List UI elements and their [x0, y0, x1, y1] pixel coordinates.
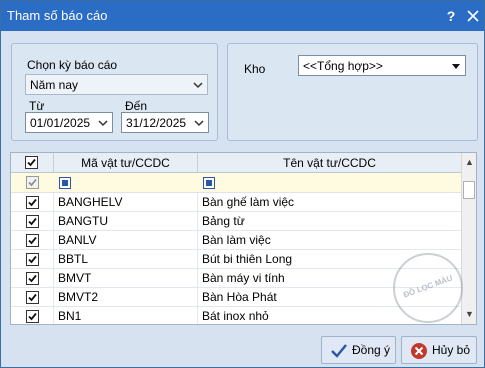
- row-checkbox[interactable]: [26, 272, 39, 285]
- cancel-button-label: Hủy bỏ: [432, 343, 471, 357]
- checkmark-icon: [27, 158, 36, 167]
- checkmark-icon: [28, 178, 37, 187]
- row-select-cell: [11, 307, 54, 324]
- row-checkbox[interactable]: [26, 196, 39, 209]
- help-button[interactable]: ?: [442, 6, 460, 26]
- watermark-text: ĐỒ LỌC MÀU: [402, 273, 454, 300]
- close-icon: [467, 10, 479, 22]
- row-select-cell: [11, 269, 54, 288]
- row-select-cell: [11, 212, 54, 231]
- row-checkbox[interactable]: [26, 291, 39, 304]
- from-date-field[interactable]: 01/01/2025: [25, 112, 113, 133]
- watermark-stamp: ĐỒ LỌC MÀU: [393, 253, 463, 323]
- row-checkbox[interactable]: [26, 234, 39, 247]
- vertical-scrollbar[interactable]: ▲ ▼: [461, 153, 476, 324]
- select-all-column: [11, 153, 54, 173]
- table-row[interactable]: BANGTU Bảng từ: [11, 212, 461, 231]
- item-code-cell: BANGHELV: [54, 193, 198, 212]
- item-code-cell: BANLV: [54, 231, 198, 250]
- row-checkbox[interactable]: [26, 215, 39, 228]
- to-date-value: 31/12/2025: [126, 116, 187, 130]
- table-row[interactable]: BBTL Bút bi thiên Long: [11, 250, 461, 269]
- row-select-cell: [11, 193, 54, 212]
- chevron-down-icon: [194, 120, 204, 127]
- checkmark-icon: [331, 344, 347, 358]
- item-name-cell: Bảng từ: [202, 214, 245, 228]
- warehouse-select[interactable]: <<Tổng hợp>>: [298, 55, 466, 76]
- chevron-down-icon: [193, 82, 203, 89]
- to-label: Đến: [125, 99, 148, 113]
- row-checkbox[interactable]: [26, 310, 39, 323]
- row-select-cell: [11, 288, 54, 307]
- dialog-title: Tham số báo cáo: [7, 8, 108, 23]
- checkmark-icon: [28, 236, 37, 245]
- cancel-icon: [411, 343, 427, 359]
- grid-header: Mã vật tư/CCDC Tên vật tư/CCDC: [11, 153, 461, 173]
- scroll-up-icon[interactable]: ▲: [462, 155, 476, 170]
- ok-button[interactable]: Đồng ý: [321, 336, 396, 364]
- column-header-code[interactable]: Mã vật tư/CCDC: [54, 153, 198, 173]
- table-row[interactable]: BANLV Bàn làm việc: [11, 231, 461, 250]
- filter-code-icon[interactable]: [59, 177, 71, 189]
- warehouse-group: Kho <<Tổng hợp>>: [227, 43, 478, 141]
- select-all-checkbox[interactable]: [25, 156, 38, 169]
- column-header-name[interactable]: Tên vật tư/CCDC: [198, 153, 461, 173]
- item-code-cell: BMVT2: [54, 288, 198, 307]
- close-button[interactable]: [464, 6, 482, 26]
- row-select-cell: [11, 231, 54, 250]
- scrollbar-thumb[interactable]: [463, 181, 475, 199]
- item-code-cell: BBTL: [54, 250, 198, 269]
- period-group: Chọn kỳ báo cáo Năm nay Từ Đến 01/01/202…: [11, 43, 218, 141]
- item-code-cell: BMVT: [54, 269, 198, 288]
- warehouse-label: Kho: [244, 62, 266, 76]
- filter-row: [11, 173, 461, 193]
- filter-name-icon[interactable]: [203, 177, 215, 189]
- period-select[interactable]: Năm nay: [25, 74, 208, 95]
- row-checkbox[interactable]: [26, 253, 39, 266]
- period-label: Chọn kỳ báo cáo: [27, 58, 118, 72]
- to-date-field[interactable]: 31/12/2025: [121, 112, 209, 133]
- checkmark-icon: [28, 312, 37, 321]
- scroll-down-icon[interactable]: ▼: [462, 307, 476, 322]
- item-code-cell: BANGTU: [54, 212, 198, 231]
- item-code-cell: BN1: [54, 307, 198, 324]
- filter-checkbox[interactable]: [26, 176, 39, 189]
- table-row[interactable]: BANGHELV Bàn ghế làm việc: [11, 193, 461, 212]
- item-name-cell: Bàn làm việc: [202, 233, 271, 247]
- checkmark-icon: [28, 217, 37, 226]
- chevron-down-icon: [98, 120, 108, 127]
- item-name-cell: Bàn ghế làm việc: [202, 195, 295, 209]
- title-bar: Tham số báo cáo ?: [1, 1, 484, 31]
- period-selected-value: Năm nay: [30, 78, 79, 92]
- warehouse-selected-value: <<Tổng hợp>>: [303, 59, 383, 73]
- from-label: Từ: [29, 99, 45, 113]
- row-select-cell: [11, 250, 54, 269]
- ok-button-label: Đồng ý: [352, 343, 391, 357]
- checkmark-icon: [28, 293, 37, 302]
- from-date-value: 01/01/2025: [30, 116, 91, 130]
- cancel-button[interactable]: Hủy bỏ: [401, 336, 477, 364]
- checkmark-icon: [28, 198, 37, 207]
- table-row[interactable]: BN1 Bát inox nhỏ: [11, 307, 461, 324]
- dropdown-arrow-icon: [452, 64, 460, 69]
- report-parameters-dialog: Tham số báo cáo ? Chọn kỳ báo cáo Năm na…: [0, 0, 485, 368]
- checkmark-icon: [28, 274, 37, 283]
- checkmark-icon: [28, 255, 37, 264]
